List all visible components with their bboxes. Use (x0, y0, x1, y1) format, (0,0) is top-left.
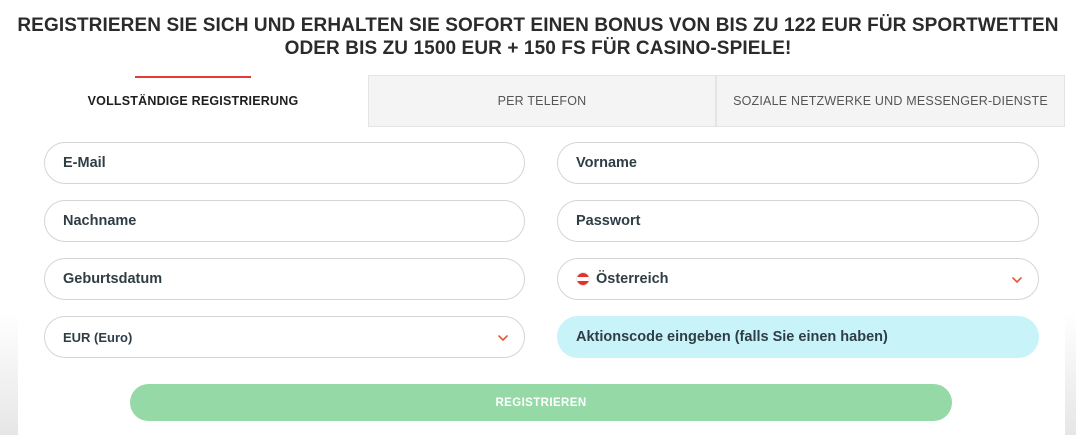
tab-full-registration[interactable]: VOLLSTÄNDIGE REGISTRIERUNG (18, 75, 368, 127)
country-select[interactable]: Österreich (557, 258, 1039, 300)
lastname-placeholder: Nachname (63, 213, 137, 229)
registration-page: REGISTRIEREN SIE SICH UND ERHALTEN SIE S… (0, 0, 1076, 435)
country-value: Österreich (596, 271, 669, 287)
registration-tabs: VOLLSTÄNDIGE REGISTRIERUNG PER TELEFON S… (18, 75, 1065, 127)
promo-code-placeholder: Aktionscode eingeben (falls Sie einen ha… (576, 329, 888, 345)
chevron-down-icon (1012, 277, 1022, 283)
lastname-field[interactable]: Nachname (44, 200, 525, 242)
registration-card: VOLLSTÄNDIGE REGISTRIERUNG PER TELEFON S… (18, 75, 1065, 435)
tab-by-phone[interactable]: PER TELEFON (368, 75, 716, 127)
birthdate-placeholder: Geburtsdatum (63, 271, 163, 287)
firstname-field[interactable]: Vorname (557, 142, 1039, 184)
tab-social-networks[interactable]: SOZIALE NETZWERKE UND MESSENGER-DIENSTE (716, 75, 1065, 127)
currency-select[interactable]: EUR (Euro) (44, 316, 525, 358)
password-field[interactable]: Passwort (557, 200, 1039, 242)
email-field[interactable]: E-Mail (44, 142, 525, 184)
email-placeholder: E-Mail (63, 155, 106, 171)
currency-value: EUR (Euro) (63, 329, 133, 345)
password-placeholder: Passwort (576, 213, 641, 229)
firstname-placeholder: Vorname (576, 155, 637, 171)
chevron-down-icon (498, 335, 508, 341)
register-button[interactable]: REGISTRIEREN (130, 384, 952, 421)
promo-code-field[interactable]: Aktionscode eingeben (falls Sie einen ha… (557, 316, 1039, 358)
bonus-headline: REGISTRIEREN SIE SICH UND ERHALTEN SIE S… (17, 15, 1059, 59)
birthdate-field[interactable]: Geburtsdatum (44, 258, 525, 300)
austria-flag-icon (576, 272, 590, 286)
